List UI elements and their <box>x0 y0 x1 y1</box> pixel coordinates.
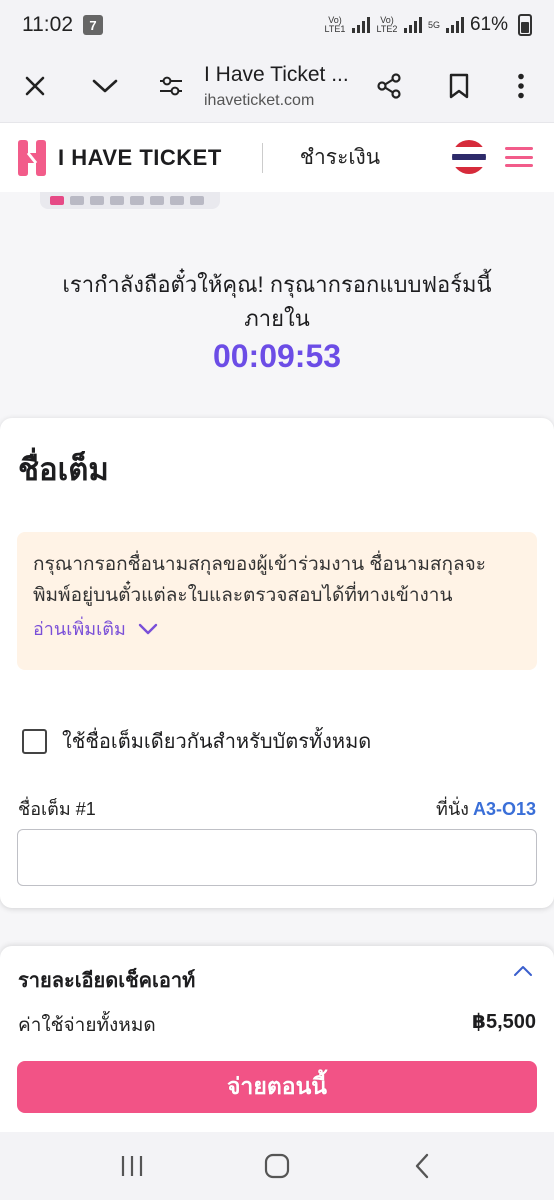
share-icon[interactable] <box>366 63 412 109</box>
hold-message: เรากำลังถือตั๋วให้คุณ! กรุณากรอกแบบฟอร์ม… <box>62 272 492 331</box>
home-icon[interactable] <box>257 1146 297 1186</box>
full-name-input[interactable] <box>17 829 537 886</box>
sim2-label: Vo) LTE2 <box>376 15 398 34</box>
chevron-down-icon[interactable] <box>82 63 128 109</box>
signal-icon <box>403 17 422 33</box>
form-title: ชื่อเต็ม <box>18 452 109 487</box>
back-icon[interactable] <box>402 1146 442 1186</box>
brand-logo[interactable]: I HAVE TICKET <box>16 139 222 177</box>
signal-icon <box>351 17 370 33</box>
total-value: ฿5,500 <box>472 1011 536 1033</box>
recent-apps-icon[interactable] <box>112 1146 152 1186</box>
page-title: I Have Ticket ... <box>204 62 349 86</box>
attendee-form-card: ชื่อเต็ม กรุณากรอกชื่อนามสกุลของผู้เข้าร… <box>0 418 554 908</box>
status-bar: 11:02 7 Vo) LTE1 Vo) LTE2 5G 61% <box>0 0 554 50</box>
system-nav-bar <box>0 1132 554 1200</box>
thai-flag-icon[interactable] <box>452 140 486 174</box>
page-info[interactable]: I Have Ticket ... ihaveticket.com <box>204 63 349 110</box>
network-label: 5G <box>427 19 440 30</box>
status-indicators: Vo) LTE1 Vo) LTE2 5G 61% <box>324 14 532 36</box>
header-page-title: ชำระเงิน <box>299 146 381 169</box>
tune-icon[interactable] <box>148 63 194 109</box>
notice-box: กรุณากรอกชื่อนามสกุลของผู้เข้าร่วมงาน ชื… <box>17 532 537 670</box>
bookmark-icon[interactable] <box>436 63 482 109</box>
close-icon[interactable] <box>12 63 58 109</box>
same-name-option[interactable]: ใช้ชื่อเต็มเดียวกันสำหรับบัตรทั้งหมด <box>22 725 371 757</box>
same-name-checkbox[interactable] <box>22 728 47 754</box>
checkout-title: รายละเอียดเช็คเอาท์ <box>18 970 196 992</box>
logo-icon <box>18 139 46 176</box>
total-label: ค่าใช้จ่ายทั้งหมด <box>18 1015 156 1036</box>
battery-text: 61% <box>469 14 508 35</box>
seat-value: A3-O13 <box>472 799 536 819</box>
page-url: ihaveticket.com <box>204 91 315 109</box>
status-time: 11:02 <box>22 13 73 36</box>
hamburger-menu-icon[interactable] <box>505 147 533 167</box>
chevron-down-icon <box>138 623 158 634</box>
browser-toolbar: I Have Ticket ... ihaveticket.com <box>0 50 554 122</box>
battery-icon <box>518 14 532 36</box>
countdown-timer: 00:09:53 <box>212 338 342 374</box>
site-header: I HAVE TICKET ชำระเงิน <box>0 122 554 192</box>
chevron-up-icon[interactable] <box>512 960 534 982</box>
read-more-label: อ่านเพิ่มเติม <box>33 619 126 639</box>
header-divider <box>261 142 263 173</box>
notice-text: กรุณากรอกชื่อนามสกุลของผู้เข้าร่วมงาน ชื… <box>33 554 487 606</box>
brand-name: I HAVE TICKET <box>58 144 222 170</box>
read-more-link[interactable]: อ่านเพิ่มเติม <box>33 614 521 643</box>
event-banner-peek <box>40 192 220 209</box>
sim1-label: Vo) LTE1 <box>324 15 346 34</box>
signal-icon <box>445 17 464 33</box>
711-icon: 7 <box>83 15 103 35</box>
same-name-label: ใช้ชื่อเต็มเดียวกันสำหรับบัตรทั้งหมด <box>62 731 372 753</box>
seat-label: ที่นั่ง <box>436 799 469 819</box>
pay-now-button[interactable]: จ่ายตอนนี้ <box>17 1061 537 1113</box>
seat-info: ที่นั่ง A3-O13 <box>436 794 536 823</box>
checkout-panel: รายละเอียดเช็คเอาท์ ค่าใช้จ่ายทั้งหมด ฿5… <box>0 946 554 1132</box>
more-vert-icon[interactable] <box>498 63 544 109</box>
full-name-label: ชื่อเต็ม #1 <box>18 799 96 819</box>
